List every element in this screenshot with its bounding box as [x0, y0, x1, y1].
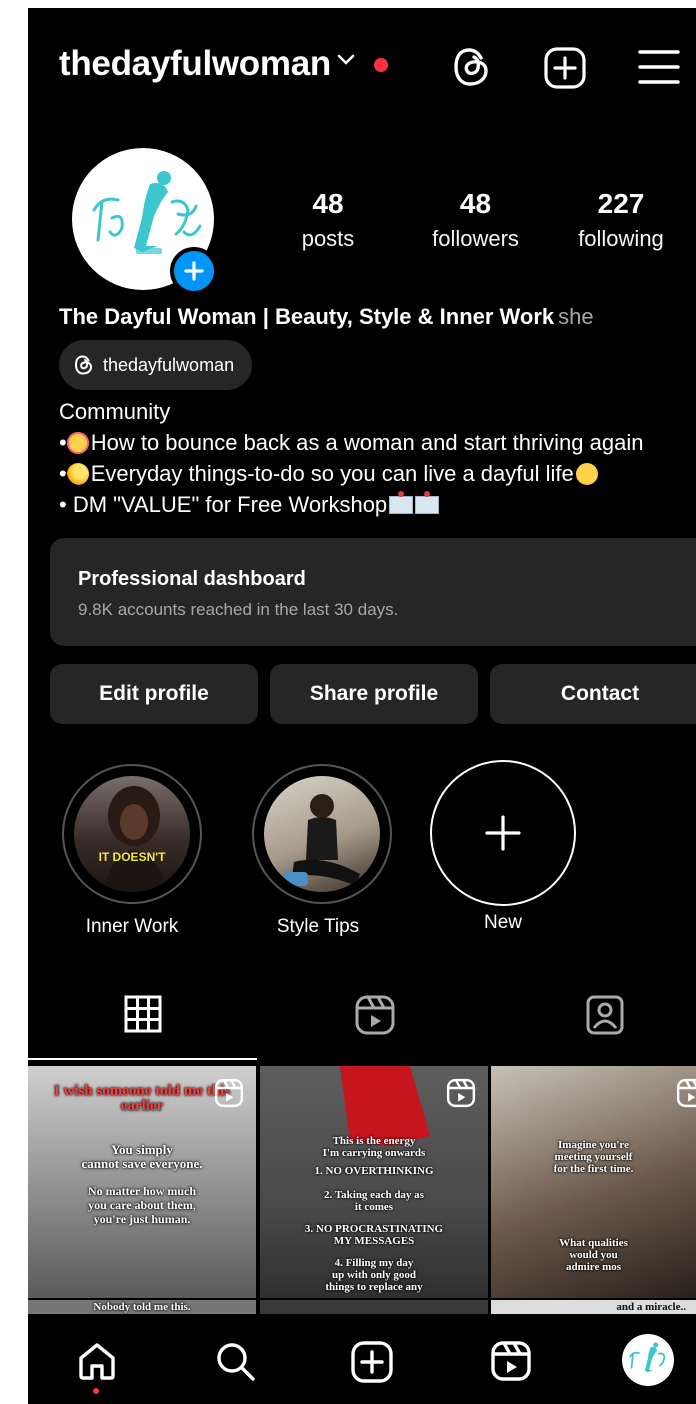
reel-indicator-icon	[446, 1078, 476, 1108]
bio-line: • DM "VALUE" for Free Workshop	[59, 489, 643, 520]
active-tab-indicator	[28, 1058, 257, 1060]
posts-grid-tab-icon[interactable]	[123, 994, 163, 1034]
story-highlight-inner-work[interactable]: IT DOESN'T	[62, 764, 202, 904]
add-story-button[interactable]	[170, 247, 218, 295]
relieved-face-emoji-icon	[575, 463, 598, 485]
story-highlight-style-tips[interactable]	[252, 764, 392, 904]
highlight-cover-art	[104, 786, 166, 892]
smiling-hearts-emoji-icon	[66, 432, 89, 454]
post-thumbnail[interactable]: Nobody told me this.	[28, 1300, 256, 1314]
brand-logo	[629, 1342, 666, 1373]
reel-indicator-icon	[676, 1078, 696, 1108]
post-thumbnail[interactable]: This is the energy I'm carrying onwards …	[260, 1066, 488, 1298]
post-overlay-text: and a miracle..	[616, 1301, 686, 1313]
bio-line: • Everyday things-to-do so you can live a…	[59, 458, 643, 489]
post-thumbnail[interactable]: I wish someone told me this earlier You …	[28, 1066, 256, 1298]
following-count[interactable]: 227 following	[566, 188, 676, 252]
edit-profile-button[interactable]: Edit profile	[50, 664, 258, 724]
post-thumbnail[interactable]	[260, 1300, 488, 1314]
instagram-profile-screen: thedayfulwoman 48 posts 48 followers 227…	[28, 8, 696, 1404]
username-switcher[interactable]: thedayfulwoman	[59, 44, 331, 84]
post-overlay-text: I'm carrying onwards	[322, 1147, 426, 1159]
highlight-cover-image	[264, 776, 380, 892]
profile-tab-avatar[interactable]	[622, 1334, 674, 1386]
create-icon[interactable]	[350, 1340, 394, 1384]
notification-dot	[374, 58, 388, 72]
category-label: Community	[59, 399, 171, 424]
post-overlay-text: No matter how much	[87, 1184, 197, 1198]
post-overlay-text: you care about them,	[88, 1198, 196, 1212]
bio-line-text: DM "VALUE" for Free Workshop	[72, 492, 388, 517]
post-overlay-text: admire mos	[565, 1261, 622, 1273]
post-overlay-text: for the first time.	[553, 1163, 634, 1175]
reels-icon[interactable]	[490, 1340, 532, 1382]
highlight-label: Style Tips	[276, 916, 360, 937]
threads-handle: thedayfulwoman	[103, 354, 235, 375]
highlight-cover-image: IT DOESN'T	[74, 776, 190, 892]
post-thumbnail[interactable]: Imagine you're meeting yourself for the …	[491, 1066, 696, 1298]
post-overlay-text: it comes	[354, 1201, 394, 1213]
envelope-icon	[415, 491, 440, 514]
post-overlay-text: You simply	[111, 1142, 173, 1157]
bio: Community • How to bounce back as a woman…	[59, 396, 643, 520]
display-name: The Dayful Woman | Beauty, Style & Inner…	[59, 304, 594, 330]
bio-line-text: How to bounce back as a woman and start …	[90, 430, 644, 455]
highlight-overlay-text: IT DOESN'T	[98, 850, 166, 864]
home-icon[interactable]	[76, 1340, 118, 1382]
bio-line: • How to bounce back as a woman and start…	[59, 430, 644, 455]
hamburger-menu-icon[interactable]	[638, 48, 680, 86]
new-highlight-button[interactable]	[430, 760, 576, 906]
posts-count-label: posts	[301, 226, 355, 251]
dizzy-star-emoji-icon	[66, 463, 89, 485]
posts-count[interactable]: 48 posts	[283, 188, 373, 252]
highlight-label: Inner Work	[85, 916, 179, 937]
tagged-tab-icon[interactable]	[585, 994, 625, 1036]
create-post-icon[interactable]	[543, 46, 587, 90]
highlight-label: New	[483, 912, 522, 933]
following-count-value: 227	[597, 188, 645, 219]
plus-icon	[184, 261, 204, 281]
post-overlay-text: MY MESSAGES	[333, 1235, 415, 1247]
post-overlay-text: Nobody told me this.	[93, 1301, 191, 1313]
envelope-icon	[389, 491, 414, 514]
followers-count-value: 48	[459, 188, 492, 219]
post-overlay-text: cannot save everyone.	[81, 1156, 203, 1171]
highlight-cover-art	[284, 794, 360, 886]
followers-count[interactable]: 48 followers	[418, 188, 533, 252]
professional-dashboard[interactable]: Professional dashboard 9.8K accounts rea…	[50, 538, 696, 646]
followers-count-label: followers	[432, 226, 519, 251]
pronoun: she	[558, 304, 594, 329]
threads-icon[interactable]	[450, 44, 494, 90]
reels-tab-icon[interactable]	[354, 994, 396, 1036]
dashboard-subtitle: 9.8K accounts reached in the last 30 day…	[78, 600, 399, 619]
plus-icon	[485, 815, 521, 851]
post-overlay-text: you're just human.	[93, 1212, 191, 1226]
chevron-down-icon[interactable]	[336, 52, 356, 66]
threads-profile-link[interactable]: thedayfulwoman	[59, 340, 253, 390]
contact-button[interactable]: Contact	[490, 664, 696, 724]
threads-icon	[74, 355, 93, 375]
reel-indicator-icon	[214, 1078, 244, 1108]
post-thumbnail[interactable]: and a miracle..	[491, 1300, 696, 1314]
search-icon[interactable]	[214, 1340, 256, 1382]
post-overlay-text: 1. NO OVERTHINKING	[314, 1165, 434, 1177]
bio-line-text: Everyday things-to-do so you can live a …	[90, 461, 574, 486]
following-count-label: following	[578, 226, 664, 251]
post-overlay-text: things to replace any	[325, 1281, 423, 1293]
display-name-text: The Dayful Woman | Beauty, Style & Inner…	[59, 304, 555, 329]
posts-count-value: 48	[312, 188, 344, 219]
bottom-navigation-bar	[28, 1314, 696, 1404]
dashboard-title: Professional dashboard	[78, 568, 306, 590]
notification-dot	[93, 1388, 99, 1394]
share-profile-button[interactable]: Share profile	[270, 664, 478, 724]
